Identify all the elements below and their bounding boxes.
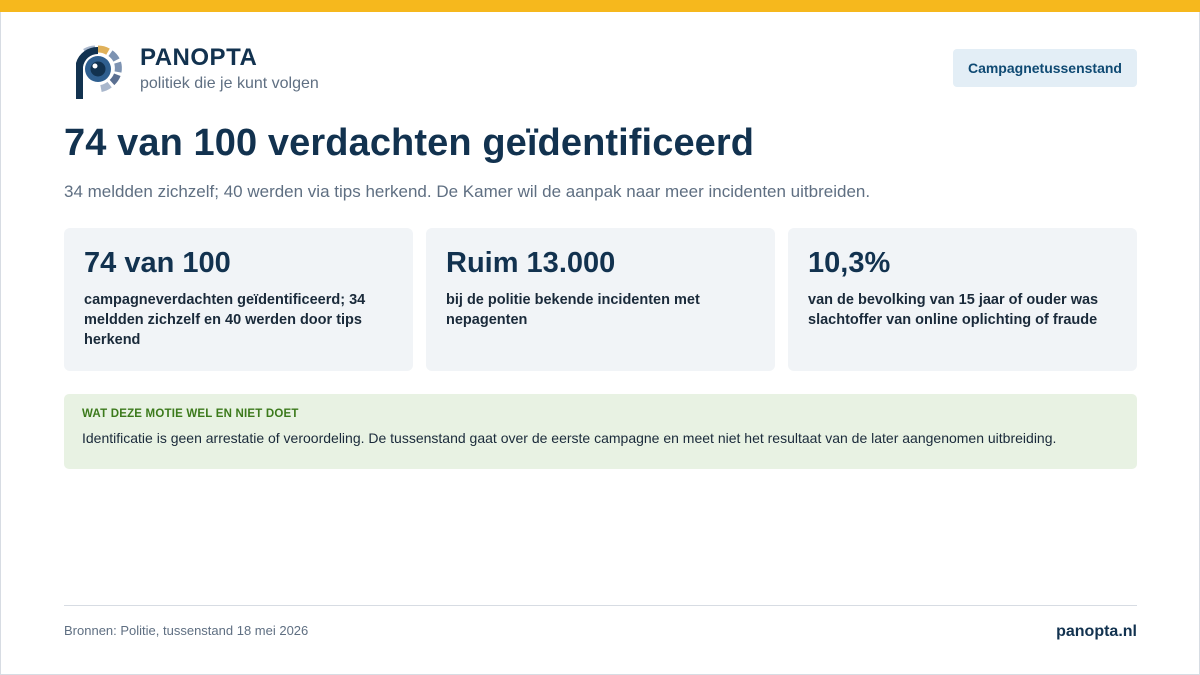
panopta-eye-logo-icon: [76, 45, 122, 99]
status-badge: Campagnetussenstand: [952, 49, 1137, 87]
page-title: 74 van 100 verdachten geïdentificeerd: [64, 122, 755, 164]
stat-card-identified: 74 van 100 campagneverdachten geïdentifi…: [64, 228, 413, 371]
stat-card-victims: 10,3% van de bevolking van 15 jaar of ou…: [788, 228, 1137, 371]
footer-site-link[interactable]: panopta.nl: [1056, 623, 1137, 641]
accent-top-bar: [0, 0, 1200, 12]
stat-value: 74 van 100: [84, 247, 231, 279]
stat-value: Ruim 13.000: [446, 247, 616, 279]
stat-label: bij de politie bekende incidenten met ne…: [446, 292, 700, 328]
brand-name: PANOPTA: [140, 44, 258, 71]
stat-value: 10,3%: [808, 247, 891, 279]
note-title: WAT DEZE MOTIE WEL EN NIET DOET: [82, 408, 299, 420]
header: PANOPTA politiek die je kunt volgen Camp…: [64, 40, 1137, 102]
footer-divider: [64, 605, 1137, 606]
footer-sources: Bronnen: Politie, tussenstand 18 mei 202…: [64, 623, 309, 638]
motion-note-box: WAT DEZE MOTIE WEL EN NIET DOET Identifi…: [64, 394, 1137, 469]
stat-label: van de bevolking van 15 jaar of ouder wa…: [808, 292, 1099, 328]
page-subtitle: 34 meldden zichzelf; 40 werden via tips …: [64, 182, 871, 201]
brand-tagline: politiek die je kunt volgen: [140, 75, 319, 92]
stat-label: campagneverdachten geïdentificeerd; 34 m…: [84, 292, 366, 348]
stat-card-incidents: Ruim 13.000 bij de politie bekende incid…: [426, 228, 775, 371]
stats-row: 74 van 100 campagneverdachten geïdentifi…: [64, 228, 1137, 371]
note-text: Identificatie is geen arrestatie of vero…: [82, 430, 1057, 446]
